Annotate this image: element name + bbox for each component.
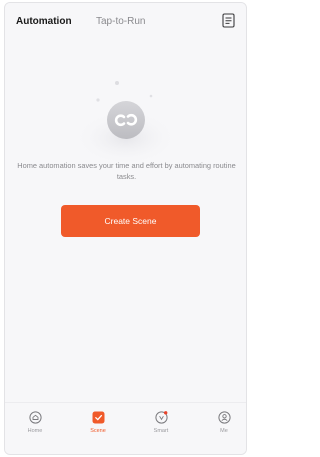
notification-badge xyxy=(163,411,167,415)
profile-icon xyxy=(217,411,231,424)
nav-item-smart[interactable]: Smart xyxy=(141,411,181,435)
scene-icon xyxy=(92,411,105,424)
link-chain-icon xyxy=(107,101,145,139)
document-list-icon[interactable] xyxy=(222,13,235,28)
nav-label-home: Home xyxy=(27,428,43,434)
nav-label-me: Me xyxy=(220,428,228,434)
nav-label-scene: Scene xyxy=(90,428,106,434)
empty-state-illustration xyxy=(5,73,246,163)
nav-item-home[interactable]: Home xyxy=(15,411,55,435)
nav-item-me[interactable]: Me xyxy=(204,411,244,435)
nav-item-scene[interactable]: Scene xyxy=(78,411,118,435)
smart-icon xyxy=(154,411,168,424)
app-screen: Automation Tap-to-Run Home automation sa… xyxy=(4,2,247,455)
empty-state-message: Home automation saves your time and effo… xyxy=(17,161,236,181)
nav-label-smart: Smart xyxy=(153,428,169,434)
create-scene-button[interactable]: Create Scene xyxy=(61,205,200,237)
tab-automation[interactable]: Automation xyxy=(16,16,72,28)
top-bar: Automation Tap-to-Run xyxy=(5,3,246,37)
tab-tap-to-run[interactable]: Tap-to-Run xyxy=(96,16,145,28)
bottom-navigation: Home Scene Smart Me xyxy=(5,402,246,454)
home-icon xyxy=(28,411,42,424)
